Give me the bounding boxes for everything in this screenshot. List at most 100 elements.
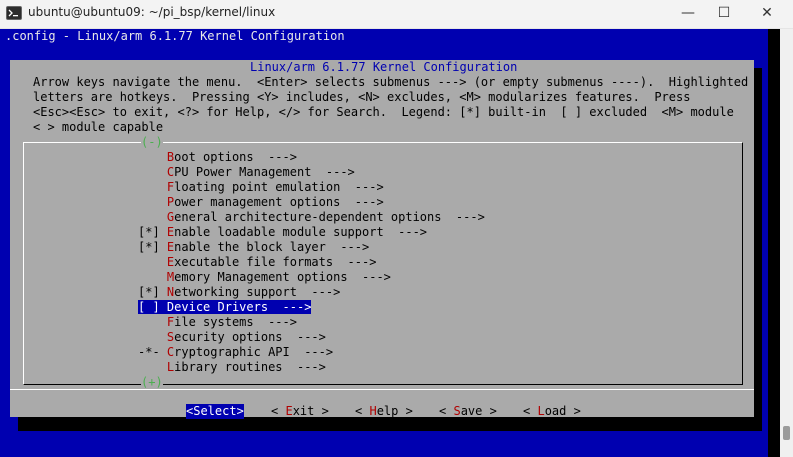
menu-item-spacer [160, 240, 167, 254]
menu-item-label: Library routines ---> [167, 360, 326, 374]
menu-item-spacer [160, 225, 167, 239]
menu-item-prefix: [*] [138, 240, 160, 254]
button-hotkey: L [537, 404, 545, 418]
menu-item-text: etworking support ---> [174, 285, 341, 299]
menu-item-prefix [138, 150, 160, 164]
menu-item-text: PU Power Management ---> [174, 165, 355, 179]
button-hotkey: E [285, 404, 293, 418]
config-header: .config - Linux/arm 6.1.77 Kernel Config… [5, 29, 345, 43]
menu-item-spacer [160, 150, 167, 164]
menu-item-spacer [160, 285, 167, 299]
menu-item-text: ibrary routines ---> [174, 360, 326, 374]
menu-item-prefix: -*- [138, 345, 160, 359]
menu-item-text: nable loadable module support ---> [174, 225, 428, 239]
terminal-window: ubuntu@ubuntu09: ~/pi_bsp/kernel/linux —… [0, 0, 793, 457]
header-divider [0, 44, 768, 46]
menu-item-spacer [160, 330, 167, 344]
menu-item-prefix [138, 255, 160, 269]
menu-item-label: Floating point emulation ---> [167, 180, 384, 194]
menu-item-label: Executable file formats ---> [167, 255, 377, 269]
menu-item-label: Power management options ---> [167, 195, 384, 209]
menu-item[interactable]: CPU Power Management ---> [138, 165, 355, 180]
menu-item[interactable]: -*- Cryptographic API ---> [138, 345, 333, 360]
terminal-area[interactable]: .config - Linux/arm 6.1.77 Kernel Config… [0, 29, 780, 457]
menu-item[interactable]: [*] Enable the block layer ---> [138, 240, 369, 255]
menu-item-spacer [160, 180, 167, 194]
menu-item[interactable]: Security options ---> [138, 330, 326, 345]
menu-item[interactable]: Library routines ---> [138, 360, 326, 375]
help-line-1: Arrow keys navigate the menu. <Enter> se… [33, 75, 749, 89]
menu-item-label: CPU Power Management ---> [167, 165, 355, 179]
maximize-button[interactable]: ☐ [714, 4, 734, 22]
button-text: elp > [376, 404, 413, 418]
help-line-3: <Esc><Esc> to exit, <?> for Help, </> fo… [33, 105, 734, 119]
menu-item-spacer [160, 210, 167, 224]
menu-item-spacer [160, 360, 167, 374]
button-hotkey: H [369, 404, 377, 418]
menu-item[interactable]: Memory Management options ---> [138, 270, 391, 285]
button-text: < [439, 404, 454, 418]
menu-item-text: ower management options ---> [174, 195, 384, 209]
menu-item-text: ecurity options ---> [174, 330, 326, 344]
menu-item-prefix [138, 210, 160, 224]
help-line-2: letters are hotkeys. Pressing <Y> includ… [33, 90, 691, 104]
scroll-down-indicator: (+) [141, 375, 163, 390]
menu-item[interactable]: File systems ---> [138, 315, 297, 330]
menu-item-prefix: [*] [138, 225, 160, 239]
menu-item-label: Security options ---> [167, 330, 326, 344]
menu-item[interactable]: Executable file formats ---> [138, 255, 377, 270]
menu-list-frame [23, 142, 743, 385]
menu-item-prefix [138, 180, 160, 194]
menu-item-text: eneral architecture-dependent options --… [174, 210, 485, 224]
menu-item-prefix [138, 330, 160, 344]
menu-item-text: nable the block layer ---> [174, 240, 370, 254]
close-button[interactable]: ✕ [757, 4, 777, 22]
menu-item-text: evice Drivers ---> [174, 300, 312, 314]
button-hotkey: S [453, 404, 461, 418]
button-select[interactable]: <Select> [186, 404, 244, 419]
selected-highlight: [ ] Device Drivers ---> [138, 300, 312, 314]
menu-item-prefix [138, 270, 160, 284]
menu-item[interactable]: Power management options ---> [138, 195, 384, 210]
button-text: < [523, 404, 538, 418]
menu-item[interactable]: Floating point emulation ---> [138, 180, 384, 195]
menu-item[interactable]: [*] Enable loadable module support ---> [138, 225, 427, 240]
terminal-scrollbar[interactable] [780, 29, 793, 457]
menu-item-spacer [160, 315, 167, 329]
menu-item-spacer [160, 255, 167, 269]
menu-item-spacer [160, 165, 167, 179]
title-bar: ubuntu@ubuntu09: ~/pi_bsp/kernel/linux —… [0, 0, 793, 29]
menu-item-prefix [138, 315, 160, 329]
scroll-up-indicator: (-) [141, 135, 163, 150]
window-title: ubuntu@ubuntu09: ~/pi_bsp/kernel/linux [28, 5, 276, 19]
scrollbar-thumb[interactable] [783, 426, 790, 440]
menu-item-label: Enable loadable module support ---> [167, 225, 427, 239]
menu-item[interactable]: General architecture-dependent options -… [138, 210, 485, 225]
menu-item[interactable]: [ ] Device Drivers ---> [138, 300, 312, 315]
menu-item-text: ryptographic API ---> [174, 345, 334, 359]
menu-item-text: emory Management options ---> [174, 270, 391, 284]
button-text: ave > [460, 404, 497, 418]
button-load[interactable]: < Load > [523, 404, 581, 419]
menu-item[interactable]: Boot options ---> [138, 150, 297, 165]
menu-item-label: Enable the block layer ---> [167, 240, 369, 254]
menu-item-text: xecutable file formats ---> [174, 255, 377, 269]
menu-item-label: General architecture-dependent options -… [167, 210, 485, 224]
button-help[interactable]: < Help > [355, 404, 413, 419]
menu-item-spacer [160, 195, 167, 209]
help-line-4: < > module capable [33, 120, 164, 134]
menu-item[interactable]: [*] Networking support ---> [138, 285, 340, 300]
menu-item-label: Networking support ---> [167, 285, 340, 299]
menu-item-label: Memory Management options ---> [167, 270, 391, 284]
menu-item-text: loating point emulation ---> [174, 180, 384, 194]
menu-item-label: Cryptographic API ---> [167, 345, 333, 359]
button-exit[interactable]: < Exit > [271, 404, 329, 419]
button-text: xit > [292, 404, 329, 418]
button-text: oad > [544, 404, 581, 418]
menu-item-prefix [138, 360, 160, 374]
minimize-button[interactable]: — [678, 4, 698, 22]
menu-item-prefix: [*] [138, 285, 160, 299]
menu-item-label: File systems ---> [167, 315, 297, 329]
button-save[interactable]: < Save > [439, 404, 497, 419]
terminal-app-icon [6, 6, 22, 20]
